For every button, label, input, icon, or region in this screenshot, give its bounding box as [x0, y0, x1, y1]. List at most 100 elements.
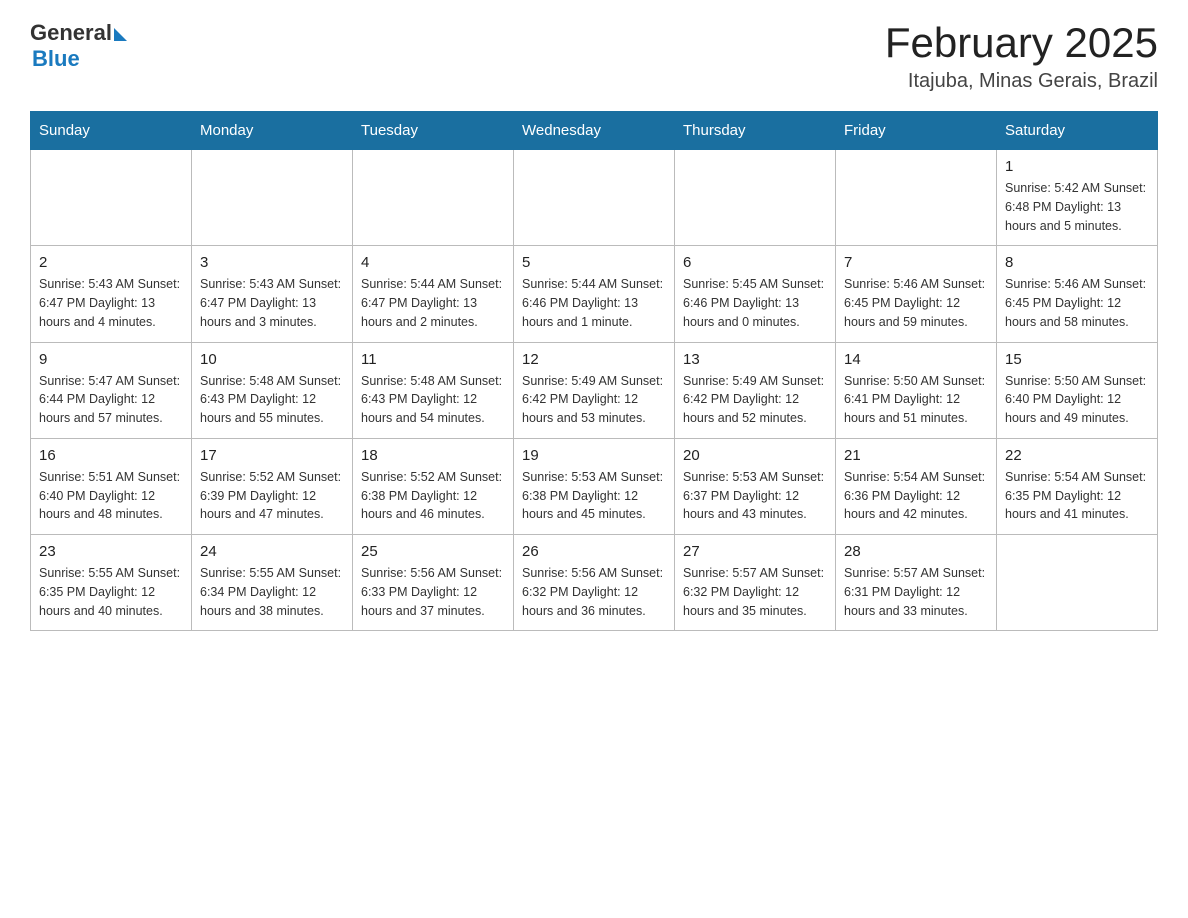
day-info: Sunrise: 5:43 AM Sunset: 6:47 PM Dayligh… — [39, 275, 183, 331]
day-info: Sunrise: 5:53 AM Sunset: 6:38 PM Dayligh… — [522, 468, 666, 524]
calendar-table: SundayMondayTuesdayWednesdayThursdayFrid… — [30, 111, 1158, 631]
calendar-cell: 14 Sunrise: 5:50 AM Sunset: 6:41 PM Dayli… — [836, 342, 997, 438]
day-number: 12 — [522, 351, 666, 368]
logo-blue-text: Blue — [32, 46, 80, 72]
day-number: 28 — [844, 543, 988, 560]
day-number: 22 — [1005, 447, 1149, 464]
day-number: 11 — [361, 351, 505, 368]
calendar-cell: 5 Sunrise: 5:44 AM Sunset: 6:46 PM Daylig… — [514, 246, 675, 342]
day-info: Sunrise: 5:49 AM Sunset: 6:42 PM Dayligh… — [522, 372, 666, 428]
calendar-cell: 13 Sunrise: 5:49 AM Sunset: 6:42 PM Dayli… — [675, 342, 836, 438]
page-header: General Blue February 2025 Itajuba, Mina… — [30, 20, 1158, 93]
calendar-cell — [353, 150, 514, 246]
day-info: Sunrise: 5:50 AM Sunset: 6:40 PM Dayligh… — [1005, 372, 1149, 428]
calendar-week-row: 23 Sunrise: 5:55 AM Sunset: 6:35 PM Dayli… — [31, 535, 1158, 631]
calendar-body: 1Sunrise: 5:42 AM Sunset: 6:48 PM Daylig… — [31, 150, 1158, 631]
day-number: 3 — [200, 254, 344, 271]
calendar-cell: 7 Sunrise: 5:46 AM Sunset: 6:45 PM Daylig… — [836, 246, 997, 342]
calendar-cell: 11Sunrise: 5:48 AM Sunset: 6:43 PM Dayli… — [353, 342, 514, 438]
day-info: Sunrise: 5:57 AM Sunset: 6:32 PM Dayligh… — [683, 564, 827, 620]
day-number: 24 — [200, 543, 344, 560]
day-number: 13 — [683, 351, 827, 368]
calendar-cell: 15Sunrise: 5:50 AM Sunset: 6:40 PM Dayli… — [997, 342, 1158, 438]
day-info: Sunrise: 5:49 AM Sunset: 6:42 PM Dayligh… — [683, 372, 827, 428]
calendar-cell: 19 Sunrise: 5:53 AM Sunset: 6:38 PM Dayli… — [514, 438, 675, 534]
day-of-week-saturday: Saturday — [997, 112, 1158, 150]
day-info: Sunrise: 5:52 AM Sunset: 6:38 PM Dayligh… — [361, 468, 505, 524]
calendar-cell: 12 Sunrise: 5:49 AM Sunset: 6:42 PM Dayli… — [514, 342, 675, 438]
day-info: Sunrise: 5:57 AM Sunset: 6:31 PM Dayligh… — [844, 564, 988, 620]
day-info: Sunrise: 5:54 AM Sunset: 6:35 PM Dayligh… — [1005, 468, 1149, 524]
day-of-week-sunday: Sunday — [31, 112, 192, 150]
day-info: Sunrise: 5:44 AM Sunset: 6:47 PM Dayligh… — [361, 275, 505, 331]
calendar-cell: 6 Sunrise: 5:45 AM Sunset: 6:46 PM Daylig… — [675, 246, 836, 342]
day-info: Sunrise: 5:43 AM Sunset: 6:47 PM Dayligh… — [200, 275, 344, 331]
day-number: 10 — [200, 351, 344, 368]
logo-triangle-icon — [114, 28, 127, 41]
calendar-cell — [192, 150, 353, 246]
calendar-title-block: February 2025 Itajuba, Minas Gerais, Bra… — [885, 20, 1158, 93]
calendar-title: February 2025 — [885, 20, 1158, 66]
calendar-cell — [31, 150, 192, 246]
day-info: Sunrise: 5:50 AM Sunset: 6:41 PM Dayligh… — [844, 372, 988, 428]
day-of-week-wednesday: Wednesday — [514, 112, 675, 150]
day-info: Sunrise: 5:52 AM Sunset: 6:39 PM Dayligh… — [200, 468, 344, 524]
day-of-week-friday: Friday — [836, 112, 997, 150]
day-number: 20 — [683, 447, 827, 464]
day-number: 17 — [200, 447, 344, 464]
day-info: Sunrise: 5:45 AM Sunset: 6:46 PM Dayligh… — [683, 275, 827, 331]
day-number: 27 — [683, 543, 827, 560]
calendar-week-row: 2 Sunrise: 5:43 AM Sunset: 6:47 PM Daylig… — [31, 246, 1158, 342]
day-number: 1 — [1005, 158, 1149, 175]
calendar-week-row: 1Sunrise: 5:42 AM Sunset: 6:48 PM Daylig… — [31, 150, 1158, 246]
day-info: Sunrise: 5:47 AM Sunset: 6:44 PM Dayligh… — [39, 372, 183, 428]
day-of-week-tuesday: Tuesday — [353, 112, 514, 150]
calendar-week-row: 9 Sunrise: 5:47 AM Sunset: 6:44 PM Daylig… — [31, 342, 1158, 438]
calendar-cell: 9 Sunrise: 5:47 AM Sunset: 6:44 PM Daylig… — [31, 342, 192, 438]
calendar-cell: 25 Sunrise: 5:56 AM Sunset: 6:33 PM Dayli… — [353, 535, 514, 631]
calendar-cell: 16 Sunrise: 5:51 AM Sunset: 6:40 PM Dayli… — [31, 438, 192, 534]
calendar-cell: 1Sunrise: 5:42 AM Sunset: 6:48 PM Daylig… — [997, 150, 1158, 246]
calendar-cell — [836, 150, 997, 246]
day-info: Sunrise: 5:56 AM Sunset: 6:33 PM Dayligh… — [361, 564, 505, 620]
day-header-row: SundayMondayTuesdayWednesdayThursdayFrid… — [31, 112, 1158, 150]
day-number: 25 — [361, 543, 505, 560]
day-info: Sunrise: 5:55 AM Sunset: 6:35 PM Dayligh… — [39, 564, 183, 620]
day-number: 5 — [522, 254, 666, 271]
day-number: 21 — [844, 447, 988, 464]
day-info: Sunrise: 5:44 AM Sunset: 6:46 PM Dayligh… — [522, 275, 666, 331]
calendar-cell: 23 Sunrise: 5:55 AM Sunset: 6:35 PM Dayli… — [31, 535, 192, 631]
day-number: 7 — [844, 254, 988, 271]
logo: General Blue — [30, 20, 127, 72]
calendar-cell: 2 Sunrise: 5:43 AM Sunset: 6:47 PM Daylig… — [31, 246, 192, 342]
day-number: 19 — [522, 447, 666, 464]
calendar-cell: 26Sunrise: 5:56 AM Sunset: 6:32 PM Dayli… — [514, 535, 675, 631]
day-info: Sunrise: 5:48 AM Sunset: 6:43 PM Dayligh… — [200, 372, 344, 428]
day-number: 2 — [39, 254, 183, 271]
day-of-week-monday: Monday — [192, 112, 353, 150]
calendar-cell: 22 Sunrise: 5:54 AM Sunset: 6:35 PM Dayli… — [997, 438, 1158, 534]
calendar-cell — [675, 150, 836, 246]
day-info: Sunrise: 5:46 AM Sunset: 6:45 PM Dayligh… — [1005, 275, 1149, 331]
day-info: Sunrise: 5:51 AM Sunset: 6:40 PM Dayligh… — [39, 468, 183, 524]
day-number: 14 — [844, 351, 988, 368]
day-number: 16 — [39, 447, 183, 464]
day-info: Sunrise: 5:53 AM Sunset: 6:37 PM Dayligh… — [683, 468, 827, 524]
calendar-cell: 20 Sunrise: 5:53 AM Sunset: 6:37 PM Dayli… — [675, 438, 836, 534]
calendar-cell: 8Sunrise: 5:46 AM Sunset: 6:45 PM Daylig… — [997, 246, 1158, 342]
day-info: Sunrise: 5:46 AM Sunset: 6:45 PM Dayligh… — [844, 275, 988, 331]
day-number: 6 — [683, 254, 827, 271]
calendar-cell: 4 Sunrise: 5:44 AM Sunset: 6:47 PM Daylig… — [353, 246, 514, 342]
calendar-header: SundayMondayTuesdayWednesdayThursdayFrid… — [31, 112, 1158, 150]
day-number: 18 — [361, 447, 505, 464]
day-number: 9 — [39, 351, 183, 368]
calendar-cell: 17 Sunrise: 5:52 AM Sunset: 6:39 PM Dayli… — [192, 438, 353, 534]
day-number: 23 — [39, 543, 183, 560]
calendar-cell: 24Sunrise: 5:55 AM Sunset: 6:34 PM Dayli… — [192, 535, 353, 631]
day-number: 26 — [522, 543, 666, 560]
calendar-cell: 18 Sunrise: 5:52 AM Sunset: 6:38 PM Dayli… — [353, 438, 514, 534]
calendar-cell — [514, 150, 675, 246]
calendar-cell: 3 Sunrise: 5:43 AM Sunset: 6:47 PM Daylig… — [192, 246, 353, 342]
day-info: Sunrise: 5:54 AM Sunset: 6:36 PM Dayligh… — [844, 468, 988, 524]
day-number: 4 — [361, 254, 505, 271]
